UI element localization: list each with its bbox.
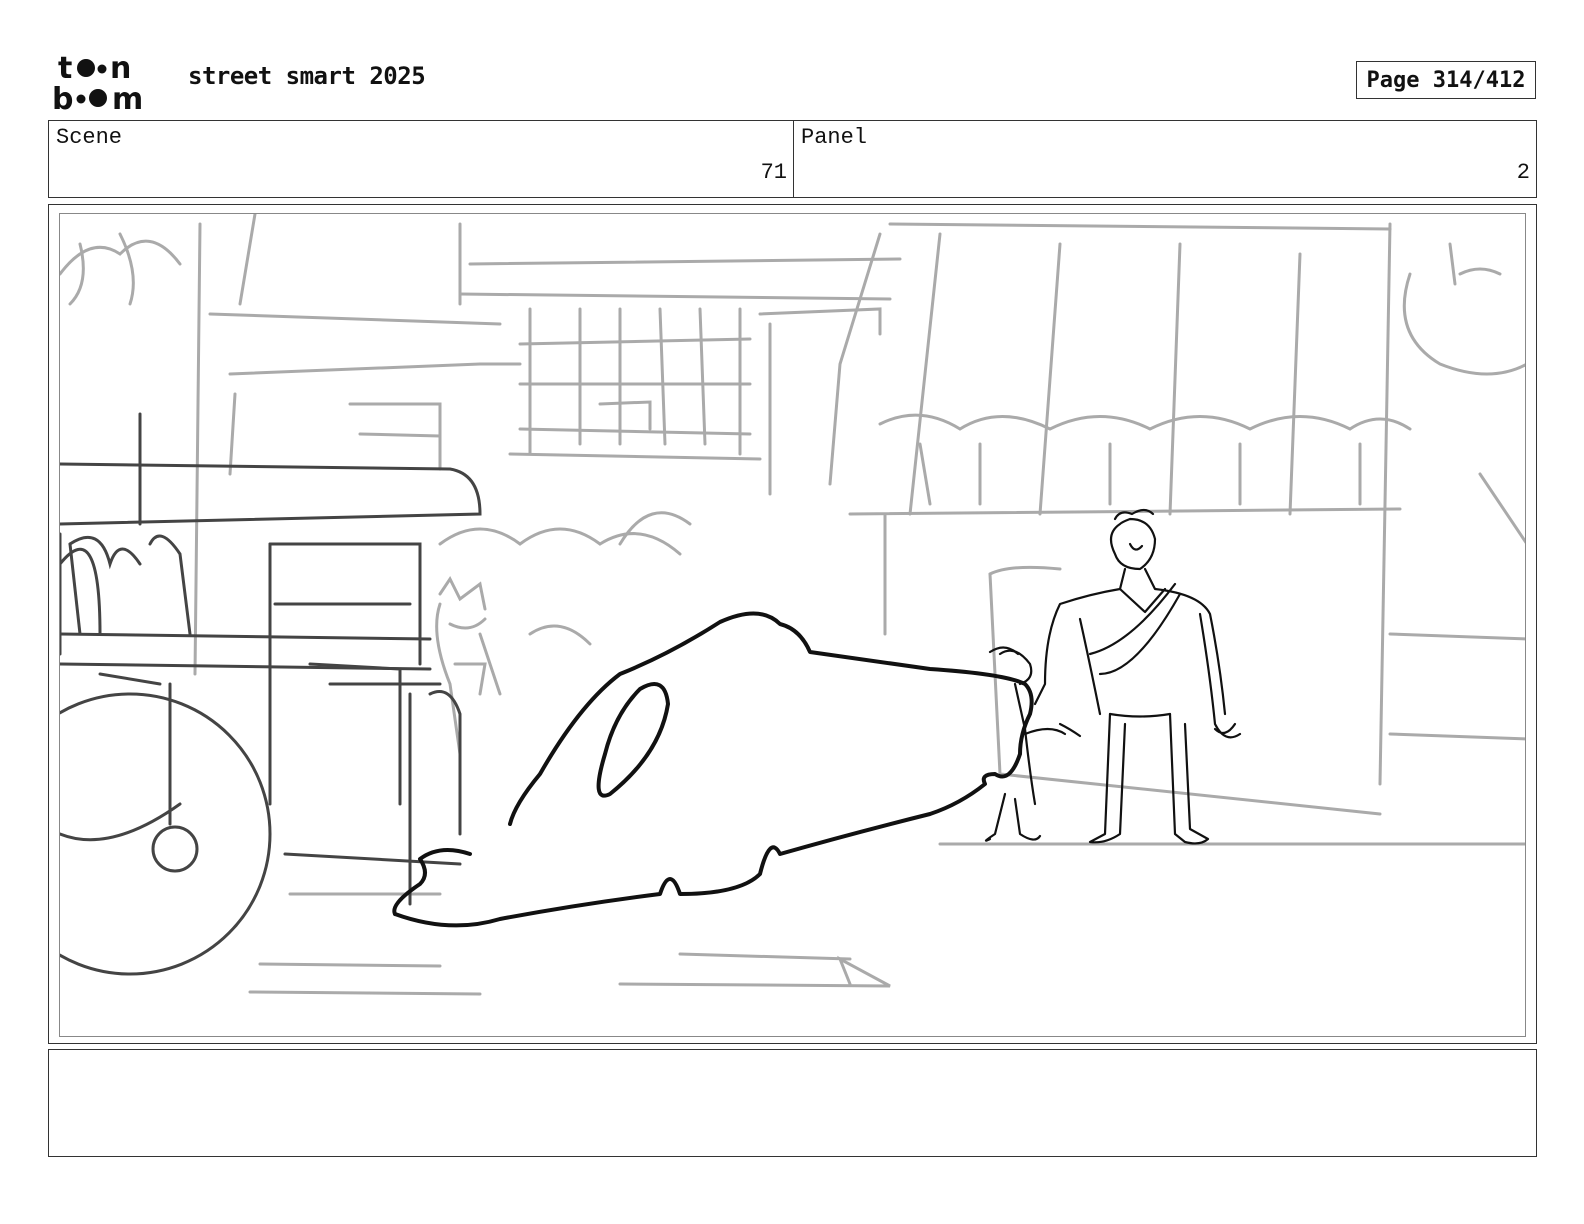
svg-text:m: m — [112, 82, 143, 112]
storyboard-sketch — [60, 214, 1525, 996]
scene-cell: Scene 71 — [49, 121, 794, 197]
panel-label: Panel — [801, 125, 868, 150]
panel-cell: Panel 2 — [794, 121, 1536, 197]
storyboard-image-area — [59, 213, 1526, 1037]
project-title: street smart 2025 — [188, 62, 426, 90]
scene-number: 71 — [760, 160, 787, 185]
storyboard-frame — [48, 204, 1537, 1044]
svg-text:n: n — [110, 51, 131, 86]
panel-number: 2 — [1516, 160, 1530, 185]
svg-text:t: t — [58, 51, 72, 86]
svg-text:b: b — [52, 82, 73, 112]
toon-boom-logo: t n b m — [52, 50, 164, 117]
scene-panel-row: Scene 71 Panel 2 — [48, 120, 1537, 198]
scene-label: Scene — [56, 125, 123, 150]
page-indicator: Page 314/412 — [1356, 61, 1536, 99]
notes-area — [48, 1049, 1537, 1157]
